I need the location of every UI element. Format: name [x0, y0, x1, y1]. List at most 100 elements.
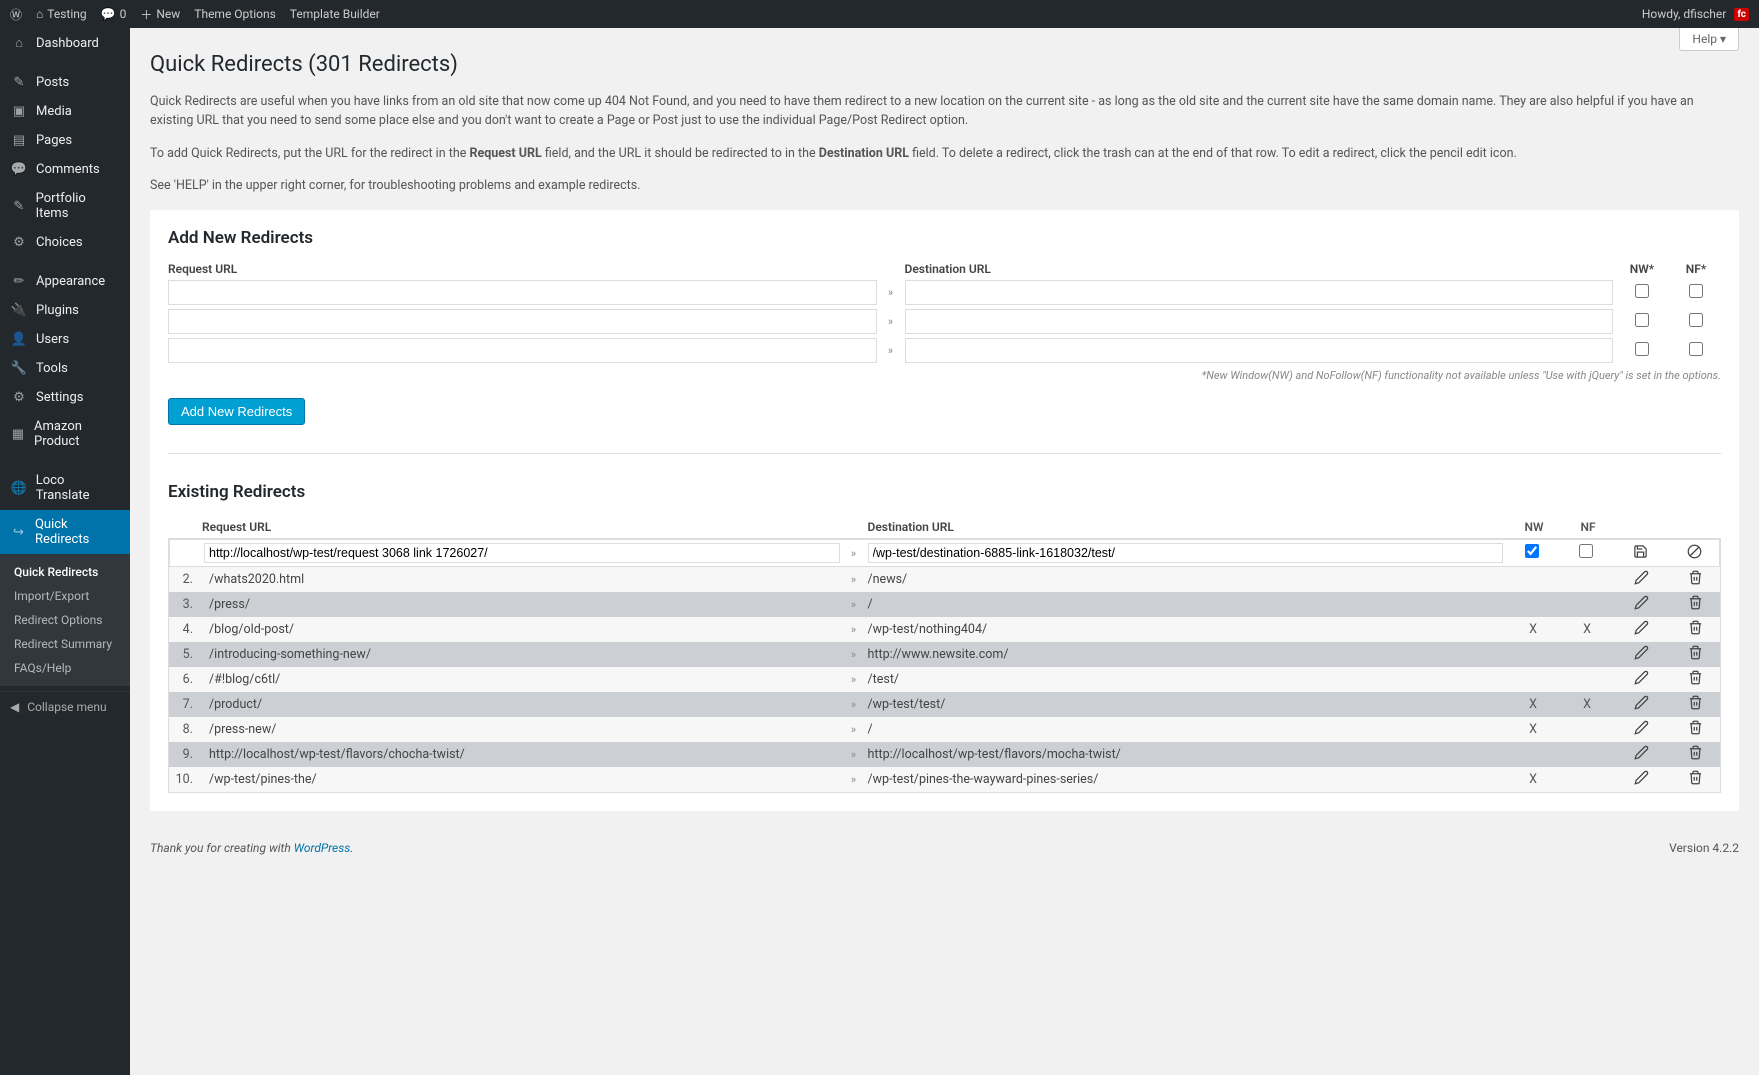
- arrow-icon: »: [844, 573, 864, 586]
- menu-icon: ▤: [10, 133, 28, 148]
- delete-icon[interactable]: [1670, 695, 1720, 714]
- row-number: 5.: [169, 647, 199, 662]
- sidebar-item-users[interactable]: 👤Users: [0, 325, 130, 354]
- sidebar-item-portfolio-items[interactable]: ✎Portfolio Items: [0, 184, 130, 228]
- footer: Thank you for creating with WordPress. V…: [150, 841, 1739, 855]
- sidebar-item-amazon-product[interactable]: ▦Amazon Product: [0, 412, 130, 456]
- submenu-item-faqs-help[interactable]: FAQs/Help: [0, 656, 130, 680]
- sidebar-item-plugins[interactable]: 🔌Plugins: [0, 296, 130, 325]
- row-destination: /: [868, 722, 1505, 737]
- sidebar-item-dashboard[interactable]: ⌂Dashboard: [0, 28, 130, 58]
- edit-icon[interactable]: [1616, 720, 1666, 739]
- row-number: 3.: [169, 597, 199, 612]
- menu-icon: ✎: [10, 199, 28, 214]
- sidebar-item-appearance[interactable]: ✏Appearance: [0, 267, 130, 296]
- request-input-2[interactable]: [168, 309, 877, 334]
- edit-icon[interactable]: [1616, 695, 1666, 714]
- edit-icon[interactable]: [1616, 670, 1666, 689]
- arrow-icon: »: [844, 547, 864, 560]
- edit-destination-input[interactable]: [868, 543, 1504, 563]
- theme-options-link[interactable]: Theme Options: [194, 7, 276, 21]
- arrow-icon: »: [844, 673, 864, 686]
- delete-icon[interactable]: [1670, 595, 1720, 614]
- options-note: *New Window(NW) and NoFollow(NF) functio…: [168, 369, 1721, 382]
- row-nw: X: [1508, 772, 1558, 787]
- howdy-link[interactable]: Howdy, dfischer: [1642, 7, 1727, 21]
- nw-checkbox-1[interactable]: [1635, 284, 1649, 298]
- edit-icon[interactable]: [1616, 620, 1666, 639]
- row-number: 4.: [169, 622, 199, 637]
- row-destination: /news/: [868, 572, 1505, 587]
- delete-icon[interactable]: [1670, 670, 1720, 689]
- save-icon[interactable]: [1615, 544, 1665, 563]
- request-input-3[interactable]: [168, 338, 877, 363]
- delete-icon[interactable]: [1670, 620, 1720, 639]
- edit-request-input[interactable]: [204, 543, 840, 563]
- row-request: /#!blog/c6tl/: [203, 672, 840, 687]
- edit-nw-checkbox[interactable]: [1525, 544, 1539, 558]
- sidebar-item-quick-redirects[interactable]: ↪Quick Redirects: [0, 510, 130, 554]
- edit-icon[interactable]: [1616, 645, 1666, 664]
- menu-icon: ✏: [10, 274, 28, 289]
- destination-input-3[interactable]: [905, 338, 1614, 363]
- delete-icon[interactable]: [1670, 645, 1720, 664]
- table-row: 6./#!blog/c6tl/»/test/: [169, 667, 1720, 692]
- cancel-icon[interactable]: [1669, 544, 1719, 563]
- sidebar-item-posts[interactable]: ✎Posts: [0, 68, 130, 97]
- template-builder-link[interactable]: Template Builder: [290, 7, 380, 21]
- nf-checkbox-1[interactable]: [1689, 284, 1703, 298]
- sidebar-item-choices[interactable]: ⚙Choices: [0, 228, 130, 257]
- arrow-icon: »: [844, 623, 864, 636]
- nf-checkbox-2[interactable]: [1689, 313, 1703, 327]
- add-new-redirects-button[interactable]: Add New Redirects: [168, 398, 305, 425]
- wordpress-link[interactable]: WordPress: [294, 841, 351, 855]
- submenu-item-import-export[interactable]: Import/Export: [0, 584, 130, 608]
- help-tab[interactable]: Help ▾: [1679, 28, 1739, 51]
- edit-icon[interactable]: [1616, 570, 1666, 589]
- request-url-header: Request URL: [168, 262, 877, 276]
- sidebar-item-tools[interactable]: 🔧Tools: [0, 354, 130, 383]
- row-number: 9.: [169, 747, 199, 762]
- menu-icon: 🌐: [10, 481, 28, 496]
- edit-icon[interactable]: [1616, 595, 1666, 614]
- row-destination: /test/: [868, 672, 1505, 687]
- nw-checkbox-2[interactable]: [1635, 313, 1649, 327]
- row-destination: http://www.newsite.com/: [868, 647, 1505, 662]
- nf-checkbox-3[interactable]: [1689, 342, 1703, 356]
- edit-nf-checkbox[interactable]: [1579, 544, 1593, 558]
- sidebar-item-comments[interactable]: 💬Comments: [0, 155, 130, 184]
- nw-checkbox-3[interactable]: [1635, 342, 1649, 356]
- submenu-item-redirect-options[interactable]: Redirect Options: [0, 608, 130, 632]
- sidebar-item-pages[interactable]: ▤Pages: [0, 126, 130, 155]
- table-row: 2./whats2020.html»/news/: [169, 567, 1720, 592]
- row-nf: X: [1562, 697, 1612, 712]
- site-link[interactable]: ⌂ Testing: [36, 7, 87, 21]
- arrow-icon: »: [881, 315, 901, 328]
- edit-icon[interactable]: [1616, 770, 1666, 789]
- wp-logo[interactable]: Ⓦ: [10, 6, 22, 23]
- sidebar-item-media[interactable]: ▣Media: [0, 97, 130, 126]
- new-link[interactable]: ＋ New: [140, 6, 180, 23]
- request-input-1[interactable]: [168, 280, 877, 305]
- delete-icon[interactable]: [1670, 770, 1720, 789]
- delete-icon[interactable]: [1670, 745, 1720, 764]
- destination-input-1[interactable]: [905, 280, 1614, 305]
- page-title: Quick Redirects (301 Redirects): [150, 52, 1739, 77]
- delete-icon[interactable]: [1670, 720, 1720, 739]
- row-number: 2.: [169, 572, 199, 587]
- sidebar-item-settings[interactable]: ⚙Settings: [0, 383, 130, 412]
- comments-link[interactable]: 💬 0: [101, 7, 127, 21]
- row-request: /press/: [203, 597, 840, 612]
- submenu-item-quick-redirects[interactable]: Quick Redirects: [0, 560, 130, 584]
- row-destination: /wp-test/test/: [868, 697, 1505, 712]
- collapse-menu[interactable]: ◀Collapse menu: [0, 691, 130, 722]
- destination-input-2[interactable]: [905, 309, 1614, 334]
- delete-icon[interactable]: [1670, 570, 1720, 589]
- sidebar-item-loco-translate[interactable]: 🌐Loco Translate: [0, 466, 130, 510]
- edit-icon[interactable]: [1616, 745, 1666, 764]
- row-number: 10.: [169, 772, 199, 787]
- submenu-item-redirect-summary[interactable]: Redirect Summary: [0, 632, 130, 656]
- nf-header: NF*: [1671, 262, 1721, 276]
- nw-header: NW*: [1617, 262, 1667, 276]
- menu-icon: 👤: [10, 332, 28, 347]
